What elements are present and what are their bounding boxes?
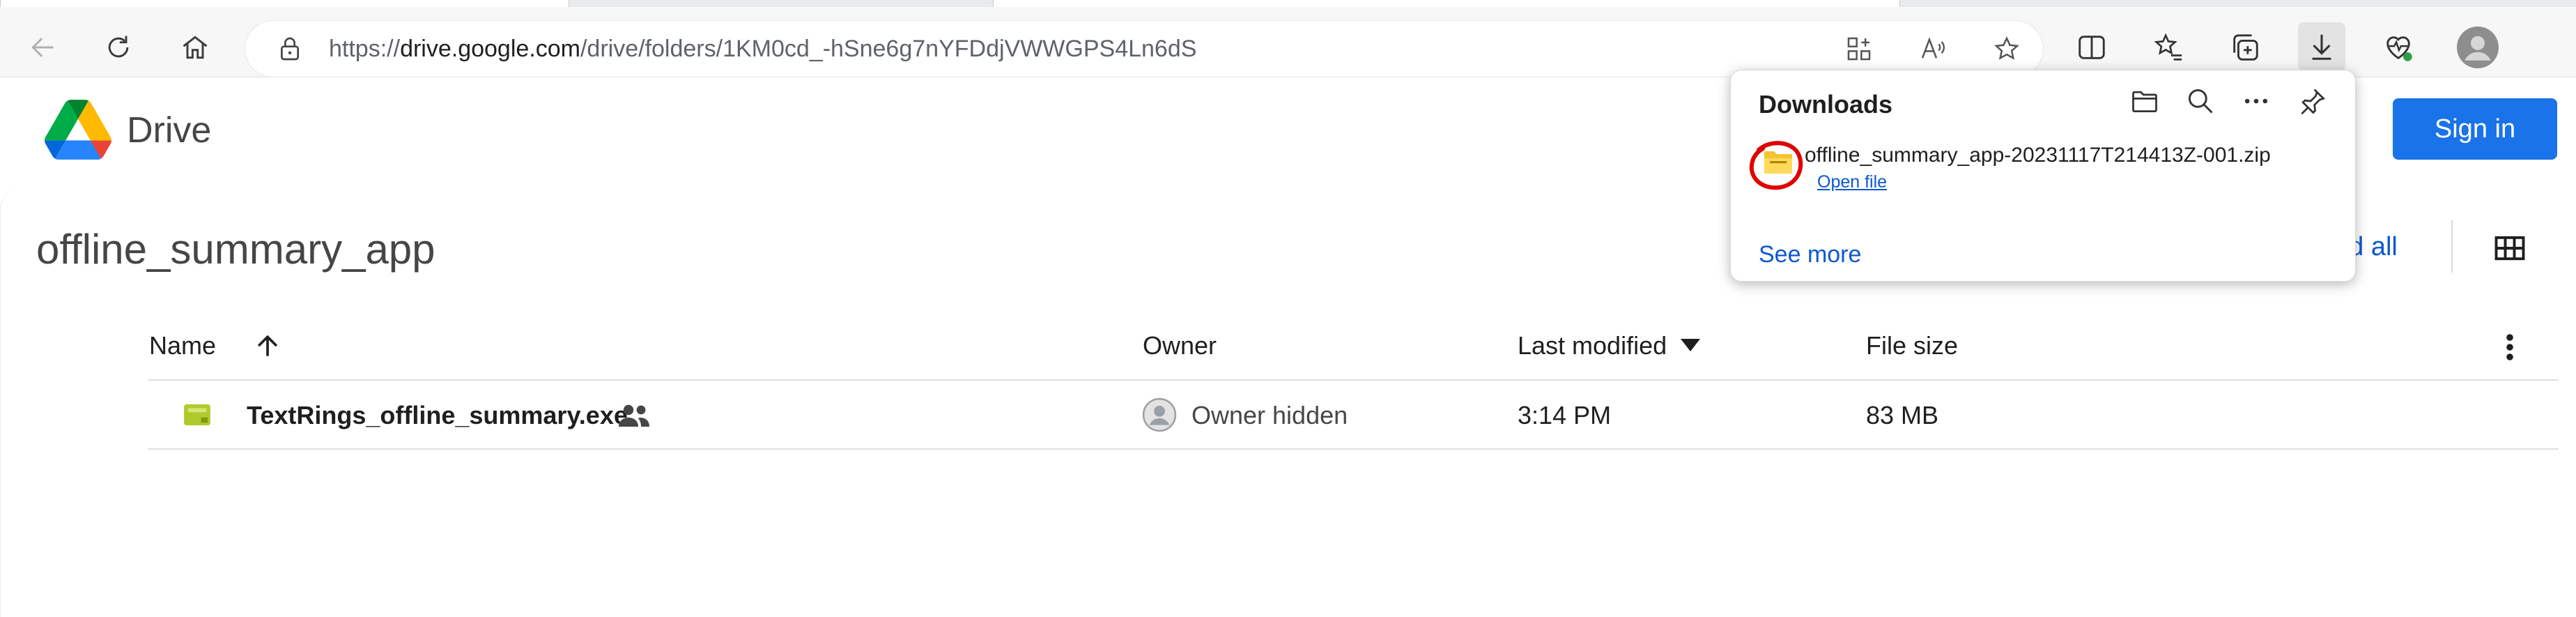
sort-caret-down-icon[interactable]: [1681, 339, 1700, 353]
url-text[interactable]: https://drive.google.com/drive/folders/1…: [329, 33, 1196, 64]
downloads-more-options-button[interactable]: [2238, 83, 2274, 119]
search-icon: [2188, 89, 2213, 114]
browser-tab[interactable]: [993, 0, 1900, 7]
address-bar[interactable]: https://drive.google.com/drive/folders/1…: [245, 21, 2043, 77]
download-filename[interactable]: offline_summary_app-20231117T214413Z-001…: [1805, 142, 2271, 169]
downloads-panel: Downloads offline_summary_app-20231117T2…: [1730, 70, 2356, 282]
downloads-title: Downloads: [1759, 90, 1893, 119]
file-type-icon: [184, 404, 210, 426]
open-file-link[interactable]: Open file: [1817, 171, 1887, 193]
back-button[interactable]: [24, 28, 63, 67]
last-modified-value: 3:14 PM: [1518, 401, 1612, 429]
favorites-list-icon: [2154, 33, 2182, 61]
downloads-button[interactable]: [2298, 22, 2345, 71]
read-aloud-icon[interactable]: [1919, 35, 1947, 63]
sign-in-button[interactable]: Sign in: [2393, 98, 2557, 160]
favorites-button[interactable]: [2147, 26, 2189, 68]
owner-name: Owner hidden: [1191, 401, 1348, 429]
grid-view-icon[interactable]: [2492, 230, 2528, 266]
file-size-value: 83 MB: [1866, 401, 1939, 429]
folder-title: offline_summary_app: [36, 226, 435, 273]
owner-avatar-icon: [1142, 397, 1177, 432]
table-row[interactable]: TextRings_offline_summary.exe Owner hidd…: [148, 382, 2559, 449]
browser-tab[interactable]: [0, 0, 569, 7]
url-domain: drive.google.com: [400, 36, 580, 62]
table-header-divider: [148, 379, 2559, 381]
see-more-link[interactable]: See more: [1759, 239, 1861, 270]
browser-toolbar: https://drive.google.com/drive/folders/1…: [0, 7, 2576, 77]
google-drive-logo[interactable]: [45, 100, 111, 160]
browser-essentials-button[interactable]: [2377, 26, 2419, 68]
app-title: Drive: [127, 110, 212, 151]
split-screen-button[interactable]: [2071, 26, 2113, 68]
file-name[interactable]: TextRings_offline_summary.exe: [247, 399, 628, 432]
split-screen-icon: [2078, 36, 2105, 59]
home-icon: [183, 36, 208, 59]
search-downloads-button[interactable]: [2182, 83, 2219, 119]
folder-icon: [2132, 91, 2157, 113]
url-path: /drive/folders/1KM0cd_-hSne6g7nYFDdjVWWG…: [580, 36, 1197, 62]
back-arrow-icon: [31, 38, 54, 57]
lock-icon[interactable]: [276, 35, 304, 63]
profile-avatar[interactable]: [2457, 26, 2499, 68]
heart-pulse-icon: [2386, 36, 2412, 61]
pin-icon: [2301, 89, 2326, 115]
shared-people-icon: [619, 404, 649, 427]
tab-strip: [0, 0, 2576, 7]
more-horizontal-icon: [2244, 98, 2268, 104]
app-available-icon[interactable]: [1845, 35, 1873, 63]
more-options-icon[interactable]: [2496, 330, 2524, 364]
download-item[interactable]: offline_summary_app-20231117T214413Z-001…: [1745, 135, 2341, 204]
home-button[interactable]: [176, 28, 215, 67]
pin-downloads-button[interactable]: [2294, 83, 2330, 119]
table-row-divider: [148, 448, 2559, 450]
column-header-last-modified[interactable]: Last modified: [1518, 329, 1667, 363]
divider: [2451, 220, 2453, 273]
column-header-file-size: File size: [1866, 331, 1959, 360]
column-header-owner: Owner: [1143, 331, 1217, 360]
highlight-circle-annotation: [1749, 141, 1803, 190]
favorite-star-icon[interactable]: [1993, 35, 2021, 63]
url-prefix: https://: [329, 36, 401, 62]
collections-button[interactable]: [2224, 26, 2266, 68]
refresh-icon: [108, 36, 129, 58]
collections-icon: [2233, 34, 2258, 61]
download-icon: [2312, 34, 2331, 60]
column-header-name[interactable]: Name: [149, 329, 216, 363]
open-downloads-folder-button[interactable]: [2127, 83, 2163, 119]
sort-ascending-icon[interactable]: [252, 330, 283, 361]
refresh-button[interactable]: [99, 28, 138, 67]
